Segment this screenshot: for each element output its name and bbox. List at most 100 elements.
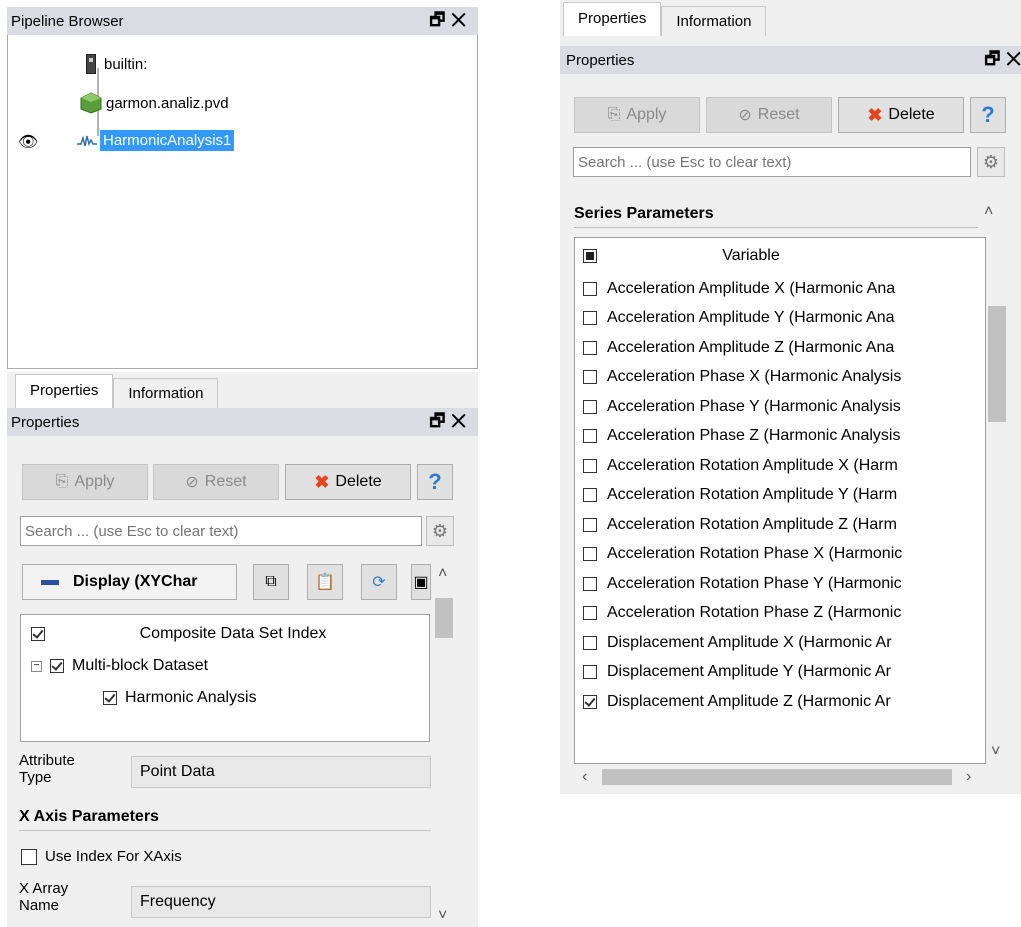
save-button[interactable]: ▣ xyxy=(411,564,431,600)
reset-icon: ⊘ xyxy=(185,474,199,491)
series-row[interactable]: Acceleration Rotation Amplitude Y (Harm xyxy=(575,481,985,511)
collapse-minus-icon[interactable]: − xyxy=(31,660,42,672)
series-checkbox[interactable] xyxy=(583,370,597,385)
search-input[interactable] xyxy=(573,147,971,177)
series-checkbox[interactable] xyxy=(583,488,597,503)
scroll-right-icon[interactable]: › xyxy=(966,769,971,785)
series-checkbox[interactable] xyxy=(583,517,597,532)
close-icon[interactable]: ✕ xyxy=(451,411,472,430)
close-icon[interactable]: ✕ xyxy=(451,10,472,29)
series-checkbox[interactable] xyxy=(583,576,597,591)
series-label: Displacement Amplitude Z (Harmonic Ar xyxy=(607,692,891,710)
series-row[interactable]: Displacement Amplitude Y (Harmonic Ar xyxy=(575,658,985,688)
tab-information[interactable]: Information xyxy=(113,378,219,408)
series-list: Acceleration Amplitude X (Harmonic Ana Ac… xyxy=(575,274,985,717)
reset-button[interactable]: ⊘ Reset xyxy=(706,97,832,133)
horizontal-scrollbar-thumb[interactable] xyxy=(602,769,952,785)
pipeline-item-builtin[interactable]: builtin: xyxy=(86,54,147,74)
right-scrollbar-thumb[interactable] xyxy=(988,306,1006,422)
reset-icon: ⊘ xyxy=(738,107,752,124)
close-icon[interactable]: ✕ xyxy=(1006,49,1021,68)
horizontal-scrollbar[interactable]: ‹ › xyxy=(574,766,986,788)
series-row[interactable]: Displacement Amplitude X (Harmonic Ar xyxy=(575,628,985,658)
tree-root-label: Multi-block Dataset xyxy=(72,657,209,674)
scroll-up-icon[interactable]: ˄ xyxy=(438,566,447,582)
save-icon: ▣ xyxy=(413,574,429,591)
float-icon[interactable]: 🗗 xyxy=(429,10,451,29)
series-checkbox[interactable] xyxy=(583,665,597,680)
series-row[interactable]: Displacement Amplitude Z (Harmonic Ar xyxy=(575,687,985,717)
series-select-all-checkbox[interactable] xyxy=(583,249,597,263)
scroll-down-icon[interactable]: ˅ xyxy=(438,908,447,924)
series-row[interactable]: Acceleration Rotation Amplitude X (Harm xyxy=(575,451,985,481)
series-row[interactable]: Acceleration Phase Y (Harmonic Analysis xyxy=(575,392,985,422)
series-checkbox[interactable] xyxy=(583,606,597,621)
series-label: Acceleration Rotation Phase X (Harmonic xyxy=(607,545,903,563)
x-array-select[interactable]: Frequency xyxy=(131,886,431,918)
reset-button[interactable]: ⊘ Reset xyxy=(153,464,279,500)
series-checkbox[interactable] xyxy=(583,547,597,562)
copy-icon: ⧉ xyxy=(265,573,277,590)
series-row[interactable]: Acceleration Amplitude X (Harmonic Ana xyxy=(575,274,985,304)
float-icon[interactable]: 🗗 xyxy=(429,411,451,430)
paste-button[interactable]: 📋 xyxy=(307,564,343,600)
series-checkbox[interactable] xyxy=(583,635,597,650)
series-checkbox[interactable] xyxy=(583,399,597,414)
series-checkbox[interactable] xyxy=(583,429,597,444)
use-index-row[interactable]: Use Index For XAxis xyxy=(21,848,182,865)
tab-information[interactable]: Information xyxy=(661,6,767,36)
tree-child-checkbox[interactable] xyxy=(103,691,117,705)
series-label: Acceleration Phase Y (Harmonic Analysis xyxy=(607,397,901,415)
display-section-button[interactable]: Display (XYChar xyxy=(22,564,237,600)
tab-properties[interactable]: Properties xyxy=(15,374,114,408)
series-checkbox[interactable] xyxy=(583,311,597,326)
x-array-label: X Array Name xyxy=(19,880,69,914)
apply-button[interactable]: ⎘ Apply xyxy=(22,464,148,500)
properties-title: Properties xyxy=(11,413,80,431)
series-row[interactable]: Acceleration Phase Z (Harmonic Analysis xyxy=(575,422,985,452)
composite-header-checkbox[interactable] xyxy=(31,627,45,641)
x-axis-section-title: X Axis Parameters xyxy=(19,808,431,831)
composite-header-row: Composite Data Set Index xyxy=(31,625,421,643)
help-button[interactable]: ? xyxy=(417,464,453,500)
scroll-left-icon[interactable]: ‹ xyxy=(582,769,587,785)
tab-properties[interactable]: Properties xyxy=(563,2,662,36)
use-index-label: Use Index For XAxis xyxy=(45,848,182,865)
series-row[interactable]: Acceleration Rotation Phase Z (Harmonic xyxy=(575,599,985,629)
pipeline-item-pvd[interactable]: garmon.analiz.pvd xyxy=(80,92,229,114)
scroll-up-icon[interactable]: ˄ xyxy=(984,204,993,220)
delete-button[interactable]: ✖ Delete xyxy=(838,97,964,133)
right-properties-titlebar: Properties 🗗✕ xyxy=(560,46,1021,74)
eye-visibility-icon[interactable]: 👁 xyxy=(18,132,38,152)
pipeline-item-harmonic[interactable]: HarmonicAnalysis1 xyxy=(76,130,235,151)
scroll-down-icon[interactable]: ˅ xyxy=(991,744,1000,760)
series-row[interactable]: Acceleration Rotation Phase X (Harmonic xyxy=(575,540,985,570)
left-scrollbar-thumb[interactable] xyxy=(435,598,453,638)
use-index-checkbox[interactable] xyxy=(21,848,37,865)
apply-icon: ⎘ xyxy=(55,473,69,490)
tree-root-checkbox[interactable] xyxy=(50,659,64,673)
server-icon xyxy=(86,54,96,74)
window-controls: 🗗✕ xyxy=(984,46,1021,75)
help-button[interactable]: ? xyxy=(970,97,1006,133)
delete-button[interactable]: ✖ Delete xyxy=(285,464,411,500)
reload-button[interactable]: ⟳ xyxy=(361,564,397,600)
right-scrollbar[interactable]: ˅ xyxy=(986,238,1008,764)
series-row[interactable]: Acceleration Rotation Phase Y (Harmonic xyxy=(575,569,985,599)
series-row[interactable]: Acceleration Phase X (Harmonic Analysis xyxy=(575,363,985,393)
series-row[interactable]: Acceleration Rotation Amplitude Z (Harm xyxy=(575,510,985,540)
series-row[interactable]: Acceleration Amplitude Z (Harmonic Ana xyxy=(575,333,985,363)
series-checkbox[interactable] xyxy=(583,281,597,296)
float-icon[interactable]: 🗗 xyxy=(984,49,1006,68)
attribute-type-select[interactable]: Point Data xyxy=(131,756,431,788)
apply-button[interactable]: ⎘ Apply xyxy=(574,97,700,133)
series-row[interactable]: Acceleration Amplitude Y (Harmonic Ana xyxy=(575,304,985,334)
advanced-settings-gear-icon[interactable]: ⚙ xyxy=(977,147,1005,177)
advanced-settings-gear-icon[interactable]: ⚙ xyxy=(426,516,454,546)
series-checkbox[interactable] xyxy=(583,458,597,473)
series-checkbox[interactable] xyxy=(583,694,597,709)
search-input[interactable] xyxy=(20,516,422,546)
copy-button[interactable]: ⧉ xyxy=(253,564,289,600)
series-checkbox[interactable] xyxy=(583,340,597,355)
left-scrollbar[interactable]: ˄ ˅ xyxy=(433,564,455,927)
